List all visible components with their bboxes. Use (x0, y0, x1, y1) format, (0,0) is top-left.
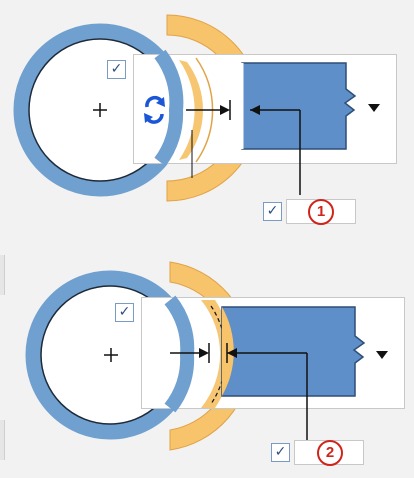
callout-badge-2: 2 (317, 440, 343, 466)
checkbox-top-2[interactable]: ✓ (115, 303, 134, 322)
checkbox-bottom-2[interactable]: ✓ (271, 443, 290, 462)
dropdown-arrow-2 (376, 351, 388, 359)
component-rect-2 (221, 306, 366, 397)
ring-overlay-2 (164, 295, 195, 413)
diagram-stage: ✓ ✓ 1 ✓ ✓ 2 (0, 0, 414, 478)
diagram-2-front-shapes (104, 295, 388, 440)
